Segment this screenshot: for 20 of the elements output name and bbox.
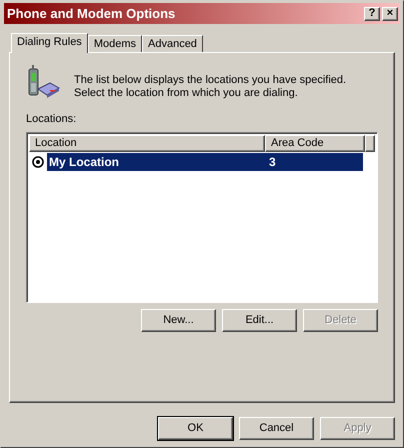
window-title: Phone and Modem Options	[7, 4, 176, 23]
column-header[interactable]: Area Code	[265, 134, 365, 152]
locations-label: Locations:	[26, 112, 76, 127]
locations-list[interactable]: Location Area Code My Location 3	[26, 132, 378, 302]
dialog-button[interactable]: OK	[158, 417, 233, 440]
tab[interactable]: Advanced	[142, 35, 203, 52]
table-cell-text: 3	[268, 154, 276, 170]
dialog-button[interactable]: Edit...	[222, 308, 297, 332]
close-button[interactable]: ×	[382, 6, 398, 20]
tab[interactable]: Dialing Rules	[11, 33, 88, 53]
table-cell-text: My Location	[48, 154, 120, 170]
help-button[interactable]: ?	[364, 6, 380, 20]
dialog-button[interactable]: New...	[141, 308, 216, 332]
column-header[interactable]: Location	[29, 134, 265, 152]
phone-modem-icon	[26, 65, 60, 101]
column-header	[365, 134, 375, 152]
location-row[interactable]: My Location 3	[47, 152, 363, 170]
description-text: The list below displays the locations you have specified. Select the location from which you are dialing.	[74, 73, 348, 100]
tab[interactable]: Modems	[88, 35, 142, 52]
dialog-button[interactable]: Cancel	[239, 417, 314, 440]
